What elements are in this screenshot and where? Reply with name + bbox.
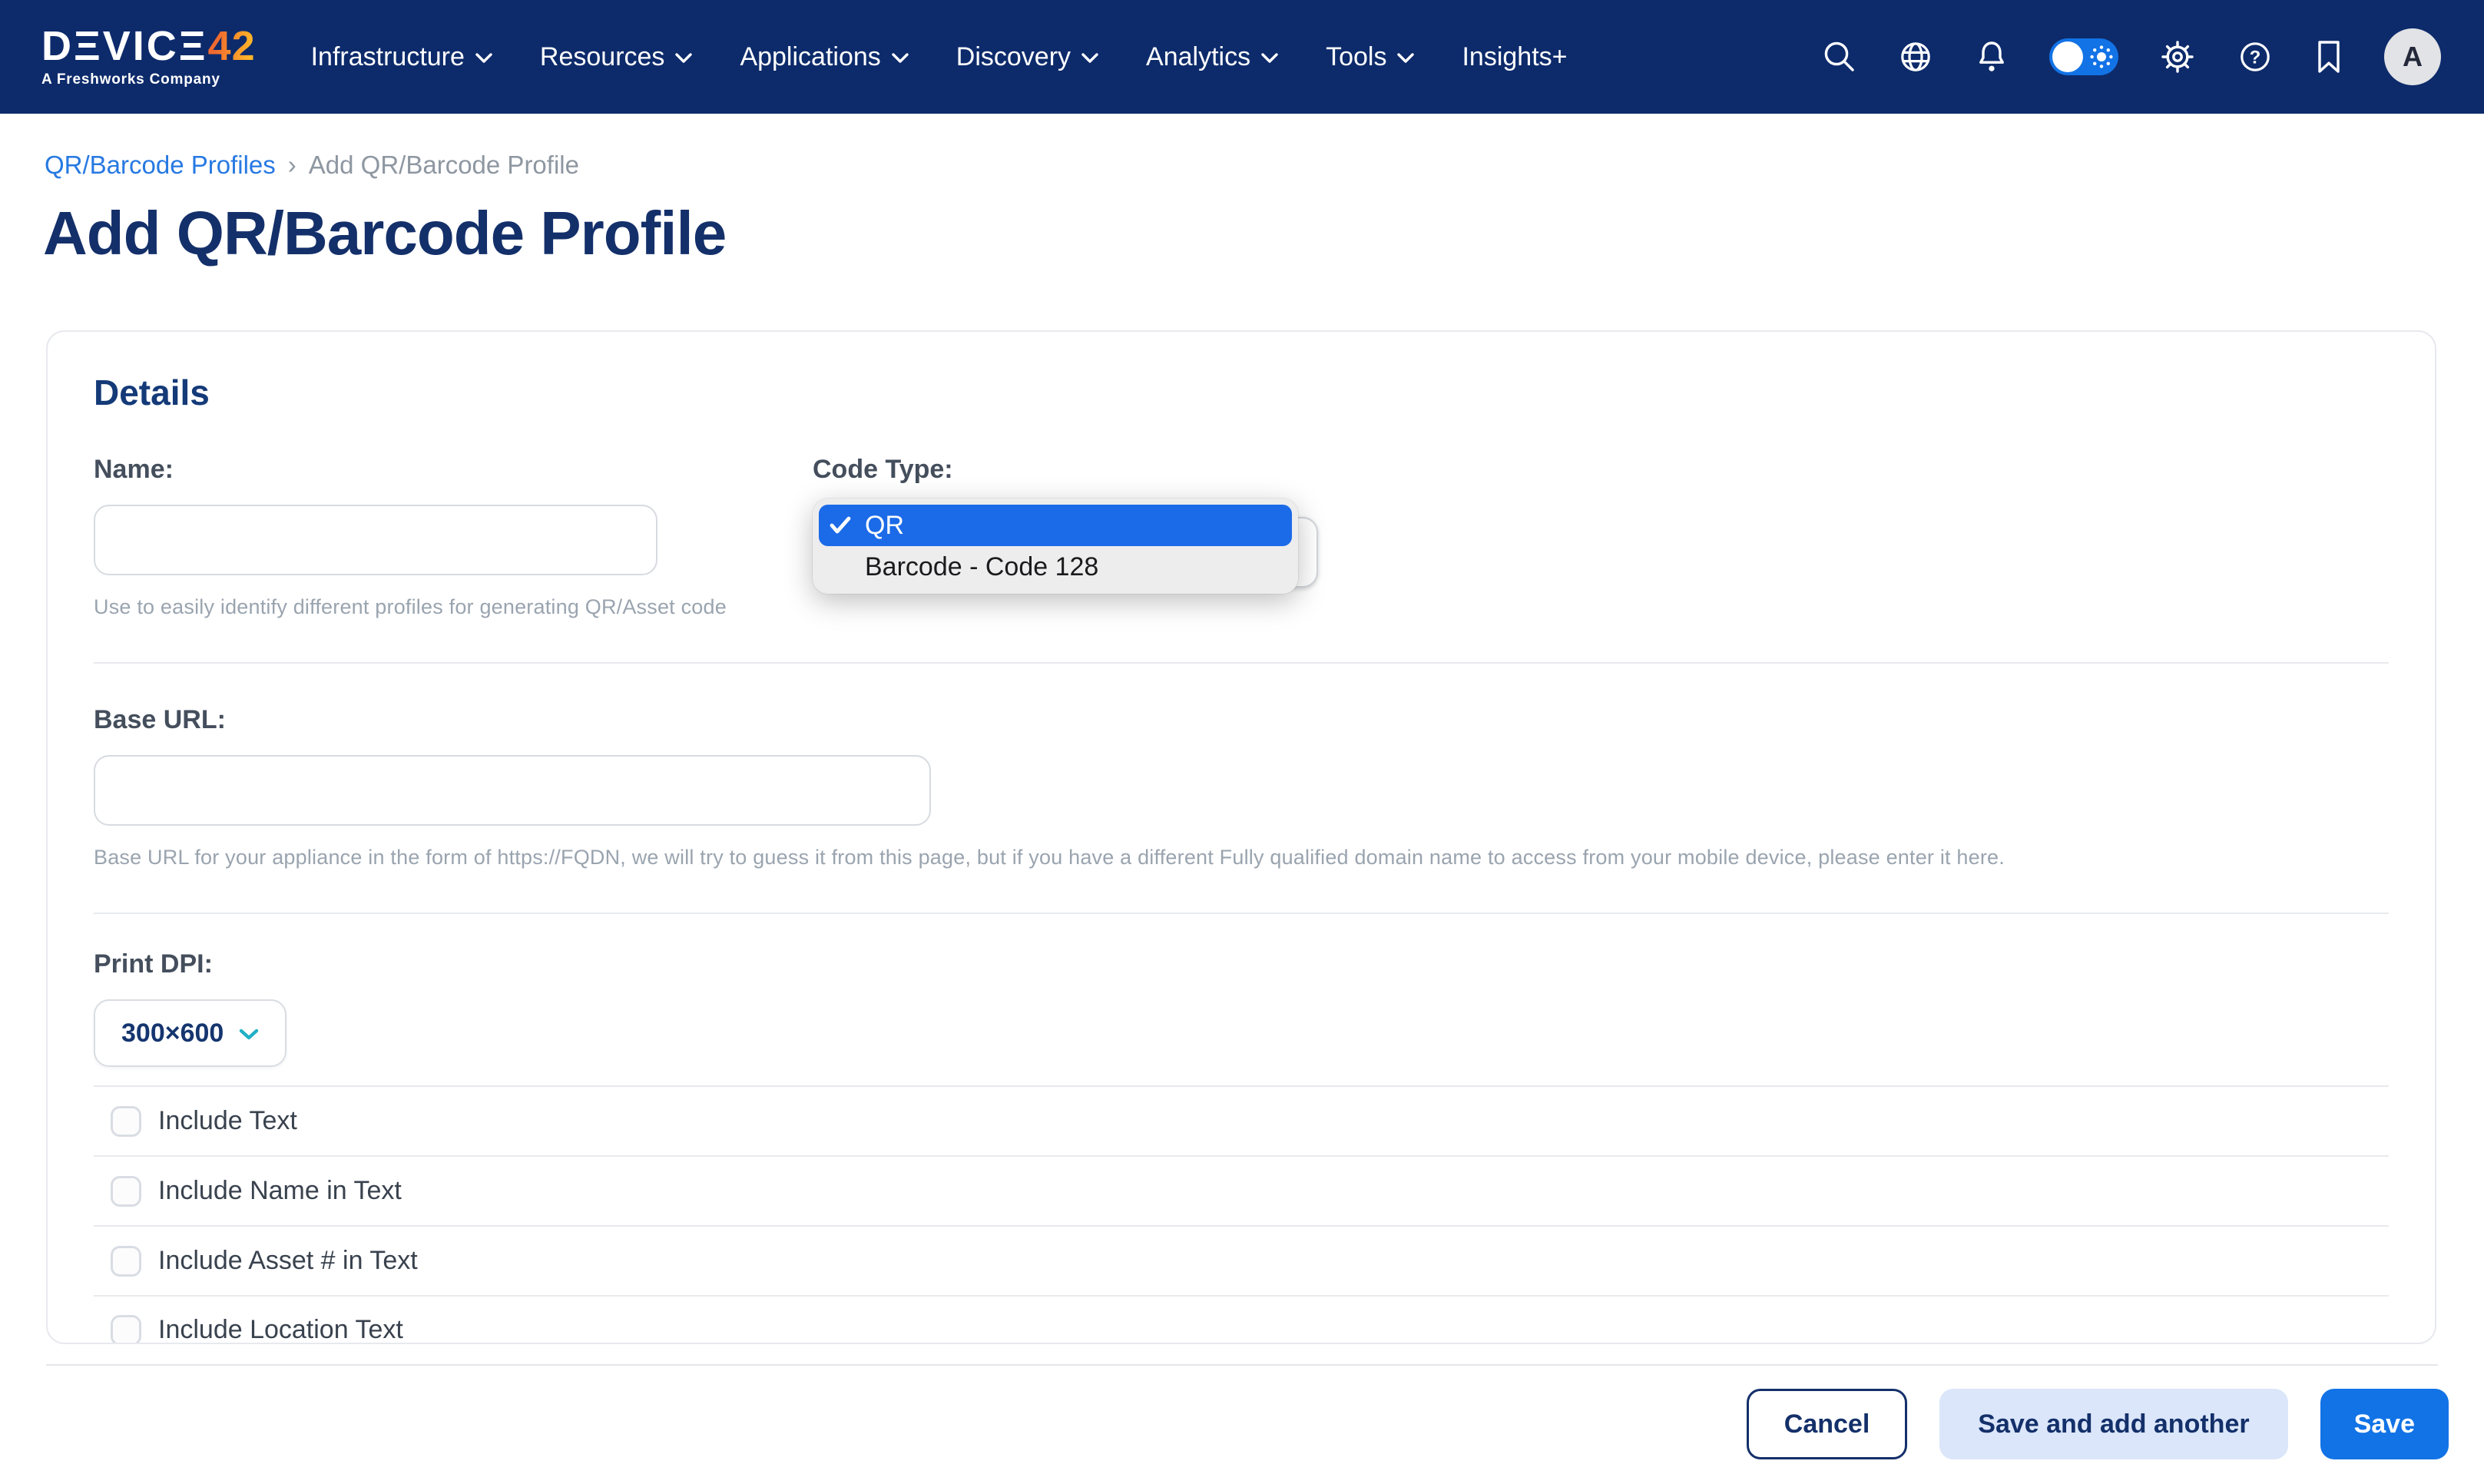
print-dpi-select[interactable]: 300×600 <box>94 999 286 1067</box>
chevron-down-icon <box>475 53 492 64</box>
breadcrumb-link-qr-barcode-profiles[interactable]: QR/Barcode Profiles <box>45 151 276 180</box>
name-help-text: Use to easily identify different profile… <box>94 595 813 619</box>
logo-text: DΞVICΞ <box>41 25 208 67</box>
section-divider <box>94 913 2389 914</box>
nav-item-tools[interactable]: Tools <box>1326 42 1414 72</box>
name-label: Name: <box>94 455 813 485</box>
chevron-down-icon <box>892 53 909 64</box>
include-options-list: Include Text Include Name in Text Includ… <box>94 1085 2389 1344</box>
logo-tagline: A Freshworks Company <box>41 71 256 88</box>
include-text-row[interactable]: Include Text <box>94 1085 2389 1155</box>
nav-item-infrastructure[interactable]: Infrastructure <box>311 42 492 72</box>
include-location-text-checkbox[interactable] <box>111 1315 141 1345</box>
include-asset-in-text-checkbox[interactable] <box>111 1246 141 1277</box>
nav-item-label: Infrastructure <box>311 42 465 72</box>
nav-icon-bar: ? A <box>1822 28 2441 85</box>
chevron-down-icon <box>1081 53 1098 64</box>
include-asset-in-text-row[interactable]: Include Asset # in Text <box>94 1225 2389 1295</box>
nav-item-label: Discovery <box>956 42 1071 72</box>
nav-item-discovery[interactable]: Discovery <box>956 42 1098 72</box>
nav-item-label: Insights+ <box>1462 42 1567 72</box>
code-type-field-group: Code Type: QR Barcode - Code 128 <box>813 455 1323 619</box>
base-url-field-group: Base URL: Base URL for your appliance in… <box>94 705 2389 870</box>
include-name-in-text-row[interactable]: Include Name in Text <box>94 1155 2389 1225</box>
print-dpi-label: Print DPI: <box>94 949 2389 979</box>
main-menu: Infrastructure Resources Applications Di… <box>311 42 1568 72</box>
svg-text:?: ? <box>2250 47 2261 68</box>
chevron-down-icon <box>675 53 692 64</box>
top-navigation: DΞVICΞ42 A Freshworks Company Infrastruc… <box>0 0 2484 114</box>
print-dpi-value: 300×600 <box>121 1019 224 1048</box>
nav-item-label: Analytics <box>1146 42 1250 72</box>
name-input[interactable] <box>94 505 657 575</box>
code-type-open-menu: QR Barcode - Code 128 <box>813 499 1298 594</box>
checkbox-label: Include Asset # in Text <box>157 1246 418 1276</box>
checkbox-label: Include Location Text <box>157 1315 403 1344</box>
menu-option-barcode-code-128[interactable]: Barcode - Code 128 <box>819 546 1292 588</box>
form-footer: Cancel Save and add another Save <box>0 1364 2484 1484</box>
theme-toggle[interactable] <box>2049 38 2118 75</box>
base-url-label: Base URL: <box>94 705 2389 735</box>
nav-item-insights[interactable]: Insights+ <box>1462 42 1567 72</box>
save-button[interactable]: Save <box>2320 1389 2449 1459</box>
chevron-down-icon <box>1261 53 1278 64</box>
base-url-input[interactable] <box>94 755 931 826</box>
menu-option-label: Barcode - Code 128 <box>865 552 1098 582</box>
code-type-label: Code Type: <box>813 455 1323 485</box>
menu-option-qr[interactable]: QR <box>819 505 1292 546</box>
include-text-checkbox[interactable] <box>111 1106 141 1137</box>
details-heading: Details <box>94 372 2389 413</box>
breadcrumb-separator: › <box>288 151 296 180</box>
toggle-knob-icon <box>2052 41 2083 72</box>
nav-item-analytics[interactable]: Analytics <box>1146 42 1278 72</box>
globe-icon[interactable] <box>1897 38 1934 75</box>
code-type-dropdown: QR Barcode - Code 128 <box>813 499 1323 594</box>
sun-icon <box>2089 45 2114 75</box>
nav-item-label: Resources <box>540 42 665 72</box>
section-divider <box>94 662 2389 664</box>
breadcrumb: QR/Barcode Profiles › Add QR/Barcode Pro… <box>45 151 2484 180</box>
notifications-bell-icon[interactable] <box>1974 38 2009 75</box>
save-and-add-another-button[interactable]: Save and add another <box>1939 1389 2287 1459</box>
device42-logo[interactable]: DΞVICΞ42 A Freshworks Company <box>41 25 256 88</box>
include-location-text-row[interactable]: Include Location Text <box>94 1295 2389 1344</box>
avatar[interactable]: A <box>2384 28 2441 85</box>
page-title: Add QR/Barcode Profile <box>43 198 2484 269</box>
search-icon[interactable] <box>1822 39 1857 75</box>
print-dpi-field-group: Print DPI: 300×600 <box>94 949 2389 1067</box>
breadcrumb-current: Add QR/Barcode Profile <box>309 151 579 180</box>
details-card: Details Name: Use to easily identify dif… <box>46 330 2436 1344</box>
check-icon <box>830 516 854 535</box>
checkbox-label: Include Text <box>157 1106 297 1136</box>
name-field-group: Name: Use to easily identify different p… <box>94 455 813 619</box>
bookmark-icon[interactable] <box>2313 38 2344 75</box>
cancel-button[interactable]: Cancel <box>1747 1389 1908 1459</box>
chevron-down-icon <box>239 1029 259 1041</box>
menu-option-label: QR <box>865 511 904 541</box>
base-url-help-text: Base URL for your appliance in the form … <box>94 846 2389 870</box>
help-icon[interactable]: ? <box>2237 38 2274 75</box>
settings-gear-icon[interactable] <box>2158 38 2197 76</box>
nav-item-label: Tools <box>1326 42 1386 72</box>
logo-number: 42 <box>208 25 256 67</box>
nav-item-label: Applications <box>740 42 880 72</box>
nav-item-applications[interactable]: Applications <box>740 42 908 72</box>
chevron-down-icon <box>1397 53 1414 64</box>
nav-item-resources[interactable]: Resources <box>540 42 693 72</box>
checkbox-label: Include Name in Text <box>157 1176 402 1206</box>
include-name-in-text-checkbox[interactable] <box>111 1176 141 1207</box>
